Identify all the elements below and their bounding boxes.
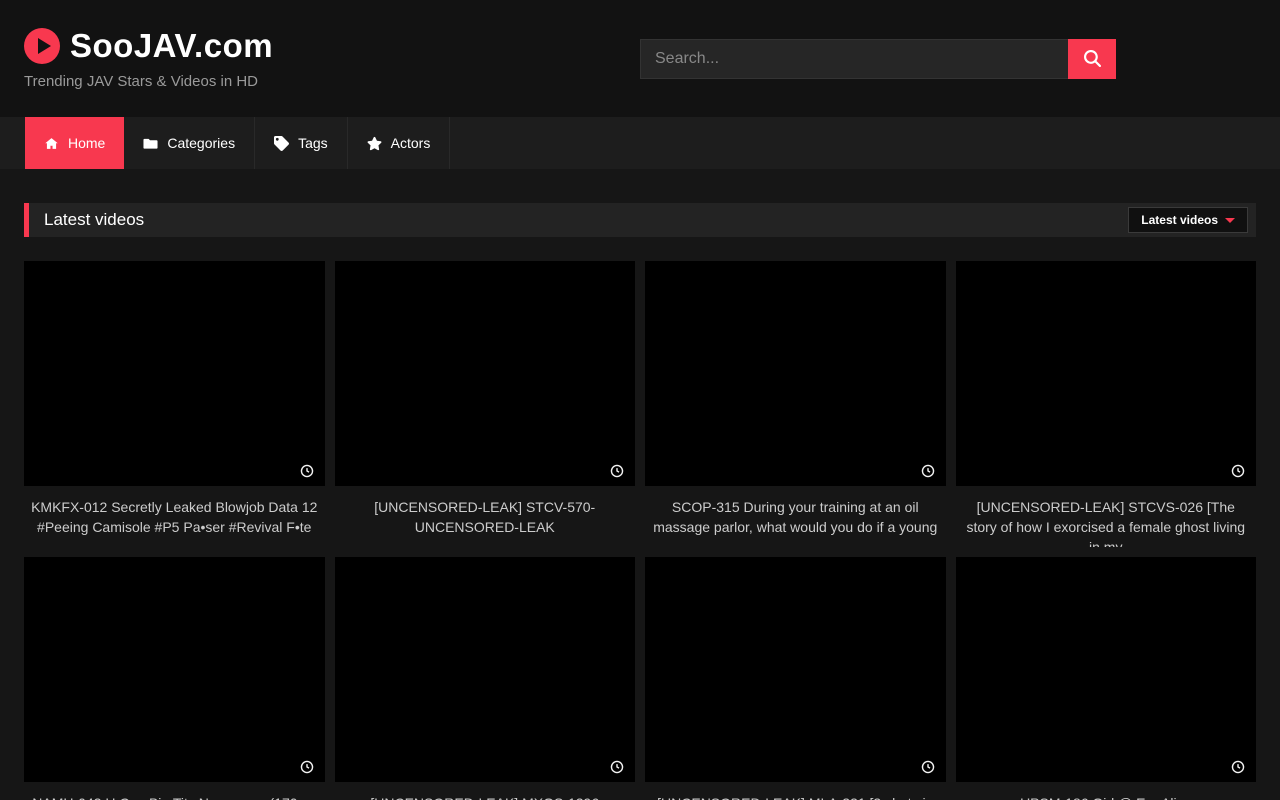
play-circle-icon — [24, 28, 60, 64]
folder-icon — [143, 136, 158, 151]
section-header: Latest videos Latest videos — [24, 203, 1256, 237]
video-grid: KMKFX-012 Secretly Leaked Blowjob Data 1… — [24, 261, 1256, 800]
clock-icon — [610, 464, 624, 478]
search-button[interactable] — [1068, 39, 1116, 79]
clock-icon — [610, 760, 624, 774]
video-thumbnail[interactable] — [335, 261, 636, 486]
nav-item-actors[interactable]: Actors — [348, 117, 451, 169]
video-title[interactable]: [UNCENSORED-LEAK] MXGS-1296 Absolutely — [335, 782, 636, 800]
video-thumbnail[interactable] — [645, 261, 946, 486]
site-tagline: Trending JAV Stars & Videos in HD — [24, 73, 640, 90]
search-bar — [640, 39, 1116, 79]
video-thumbnail[interactable] — [24, 557, 325, 782]
video-card: UPSM-186 Girl @ Era Alice — [956, 557, 1257, 800]
clock-icon — [1231, 760, 1245, 774]
video-thumbnail[interactable] — [956, 557, 1257, 782]
video-title[interactable]: NAMH-043 H Cup Big Tits Newcomer (170cm … — [24, 782, 325, 800]
main-nav: Home Categories Tags Actors — [0, 117, 1280, 169]
sort-dropdown-label: Latest videos — [1141, 213, 1218, 227]
nav-item-categories[interactable]: Categories — [124, 117, 255, 169]
home-icon — [44, 136, 59, 151]
clock-icon — [300, 760, 314, 774]
video-card: [UNCENSORED-LEAK] MLA-231 [3 shots in — [645, 557, 946, 800]
video-card: [UNCENSORED-LEAK] STCVS-026 [The story o… — [956, 261, 1257, 547]
clock-icon — [921, 760, 935, 774]
video-title[interactable]: [UNCENSORED-LEAK] STCV-570-UNCENSORED-LE… — [335, 486, 636, 547]
video-card: [UNCENSORED-LEAK] MXGS-1296 Absolutely — [335, 557, 636, 800]
star-icon — [367, 136, 382, 151]
nav-item-label: Home — [68, 135, 105, 151]
video-thumbnail[interactable] — [645, 557, 946, 782]
site-logo[interactable]: SooJAV.com — [24, 27, 640, 65]
clock-icon — [921, 464, 935, 478]
site-header: SooJAV.com Trending JAV Stars & Videos i… — [0, 0, 1280, 117]
sort-dropdown[interactable]: Latest videos — [1128, 207, 1248, 233]
site-logo-text: SooJAV.com — [70, 27, 273, 65]
video-card: SCOP-315 During your training at an oil … — [645, 261, 946, 547]
video-title[interactable]: [UNCENSORED-LEAK] MLA-231 [3 shots in — [645, 782, 946, 800]
section-title: Latest videos — [44, 210, 144, 230]
search-icon — [1084, 50, 1101, 67]
nav-item-home[interactable]: Home — [25, 117, 124, 169]
caret-down-icon — [1225, 218, 1235, 223]
video-title[interactable]: UPSM-186 Girl @ Era Alice — [956, 782, 1257, 800]
tag-icon — [274, 136, 289, 151]
logo-block: SooJAV.com Trending JAV Stars & Videos i… — [24, 27, 640, 90]
video-thumbnail[interactable] — [956, 261, 1257, 486]
nav-item-label: Categories — [167, 135, 235, 151]
video-card: [UNCENSORED-LEAK] STCV-570-UNCENSORED-LE… — [335, 261, 636, 547]
nav-item-label: Tags — [298, 135, 328, 151]
video-card: NAMH-043 H Cup Big Tits Newcomer (170cm … — [24, 557, 325, 800]
clock-icon — [300, 464, 314, 478]
nav-item-label: Actors — [391, 135, 431, 151]
video-title[interactable]: KMKFX-012 Secretly Leaked Blowjob Data 1… — [24, 486, 325, 547]
search-input[interactable] — [640, 39, 1068, 79]
nav-item-tags[interactable]: Tags — [255, 117, 348, 169]
video-thumbnail[interactable] — [24, 261, 325, 486]
video-thumbnail[interactable] — [335, 557, 636, 782]
video-title[interactable]: SCOP-315 During your training at an oil … — [645, 486, 946, 547]
video-title[interactable]: [UNCENSORED-LEAK] STCVS-026 [The story o… — [956, 486, 1257, 547]
video-card: KMKFX-012 Secretly Leaked Blowjob Data 1… — [24, 261, 325, 547]
clock-icon — [1231, 464, 1245, 478]
